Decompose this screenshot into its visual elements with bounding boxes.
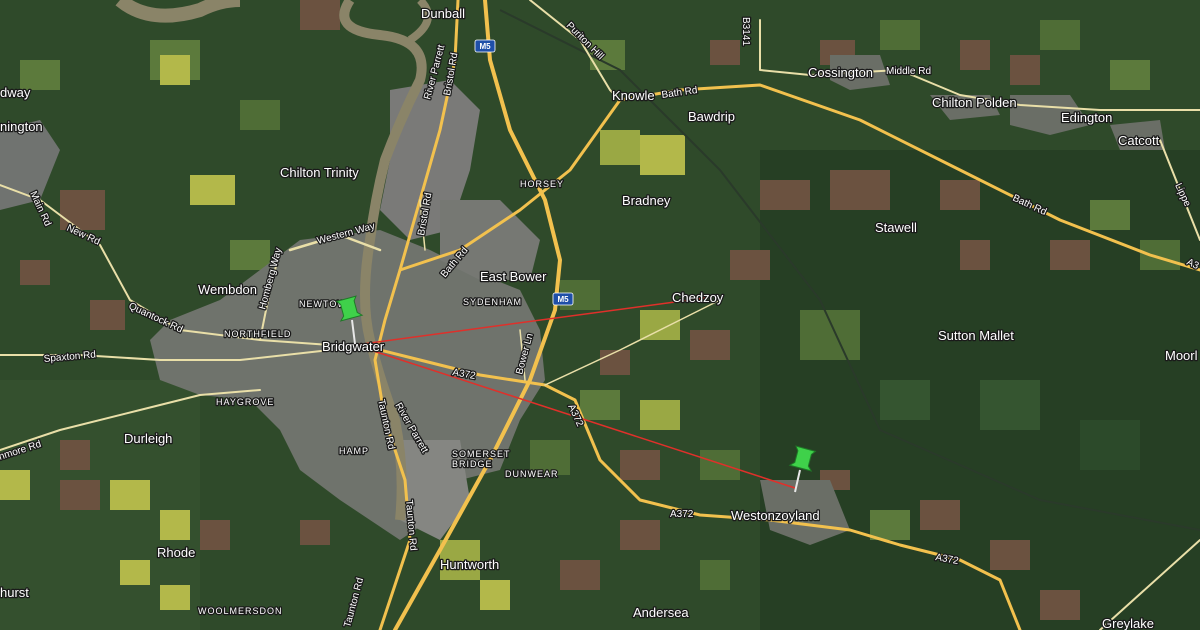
label-wembdon: Wembdon (198, 282, 257, 297)
label-bridge: BRIDGE (452, 459, 493, 469)
label-cossington: Cossington (808, 65, 873, 80)
label-edington: Edington (1061, 110, 1112, 125)
label-moor: Moorl (1165, 348, 1198, 363)
label-hurst: hurst (0, 585, 29, 600)
label-nington: nington (0, 119, 43, 134)
label-greylake: Greylake (1102, 616, 1154, 630)
label-rhode: Rhode (157, 545, 195, 560)
svg-text:M5: M5 (557, 295, 569, 304)
label-catcott: Catcott (1118, 133, 1160, 148)
label-middle-rd: Middle Rd (886, 66, 931, 77)
label-durleigh: Durleigh (124, 431, 172, 446)
label-huntworth: Huntworth (440, 557, 499, 572)
m5-shield-mid: M5 (552, 292, 574, 306)
label-sutton-mallet: Sutton Mallet (938, 328, 1014, 343)
label-chedzoy: Chedzoy (672, 290, 724, 305)
label-haygrove: HAYGROVE (216, 397, 274, 407)
label-knowle: Knowle (612, 88, 655, 103)
label-horsey: HORSEY (520, 179, 564, 189)
svg-text:M5: M5 (479, 42, 491, 51)
label-east-bower: East Bower (480, 269, 547, 284)
label-hamp: HAMP (339, 446, 369, 456)
label-andersea: Andersea (633, 605, 689, 620)
satellite-map[interactable]: M5 M5 Dunball Puriton Hill B3141 Cossing… (0, 0, 1200, 630)
terrain-layer (0, 0, 1200, 630)
label-chilton-polden: Chilton Polden (932, 95, 1017, 110)
label-westonzoyland: Westonzoyland (731, 508, 820, 523)
label-dunwear: DUNWEAR (505, 469, 559, 479)
label-b3141: B3141 (740, 17, 751, 46)
label-a372-3: A372 (670, 509, 694, 520)
label-bradney: Bradney (622, 193, 671, 208)
label-dway: dway (0, 85, 31, 100)
label-dunball: Dunball (421, 6, 465, 21)
label-bawdrip: Bawdrip (688, 109, 735, 124)
label-stawell: Stawell (875, 220, 917, 235)
label-northfield: NORTHFIELD (224, 329, 291, 339)
label-sydenham: SYDENHAM (463, 297, 522, 307)
label-somerset: SOMERSET (452, 449, 511, 459)
label-chilton-trinity: Chilton Trinity (280, 165, 359, 180)
m5-shield-top: M5 (474, 39, 496, 53)
label-bridgwater: Bridgwater (322, 339, 385, 354)
label-woolmersdon: WOOLMERSDON (198, 606, 283, 616)
